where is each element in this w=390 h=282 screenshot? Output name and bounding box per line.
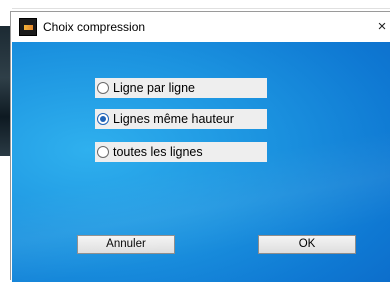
background-window-edge xyxy=(0,0,390,9)
option-label: Ligne par ligne xyxy=(113,81,196,95)
option-ligne-par-ligne[interactable]: Ligne par ligne xyxy=(95,78,267,98)
background-window-image xyxy=(0,26,10,156)
option-lignes-meme-hauteur[interactable]: Lignes même hauteur xyxy=(95,109,267,129)
option-label: toutes les lignes xyxy=(113,145,203,159)
radio-button-selected-icon[interactable] xyxy=(97,113,109,125)
dialog-title: Choix compression xyxy=(43,20,146,34)
dialog-content: Ligne par ligne Lignes même hauteur tout… xyxy=(12,42,390,282)
cancel-button[interactable]: Annuler xyxy=(77,235,175,254)
dialog-titlebar[interactable]: Choix compression × xyxy=(11,12,390,42)
close-button[interactable]: × xyxy=(372,19,390,35)
radio-button-icon[interactable] xyxy=(97,146,109,158)
radio-button-icon[interactable] xyxy=(97,82,109,94)
app-icon xyxy=(19,18,37,36)
option-label: Lignes même hauteur xyxy=(113,112,234,126)
compression-dialog: Choix compression × Ligne par ligne Lign… xyxy=(10,11,390,282)
option-toutes-les-lignes[interactable]: toutes les lignes xyxy=(95,142,267,162)
ok-button[interactable]: OK xyxy=(258,235,356,254)
